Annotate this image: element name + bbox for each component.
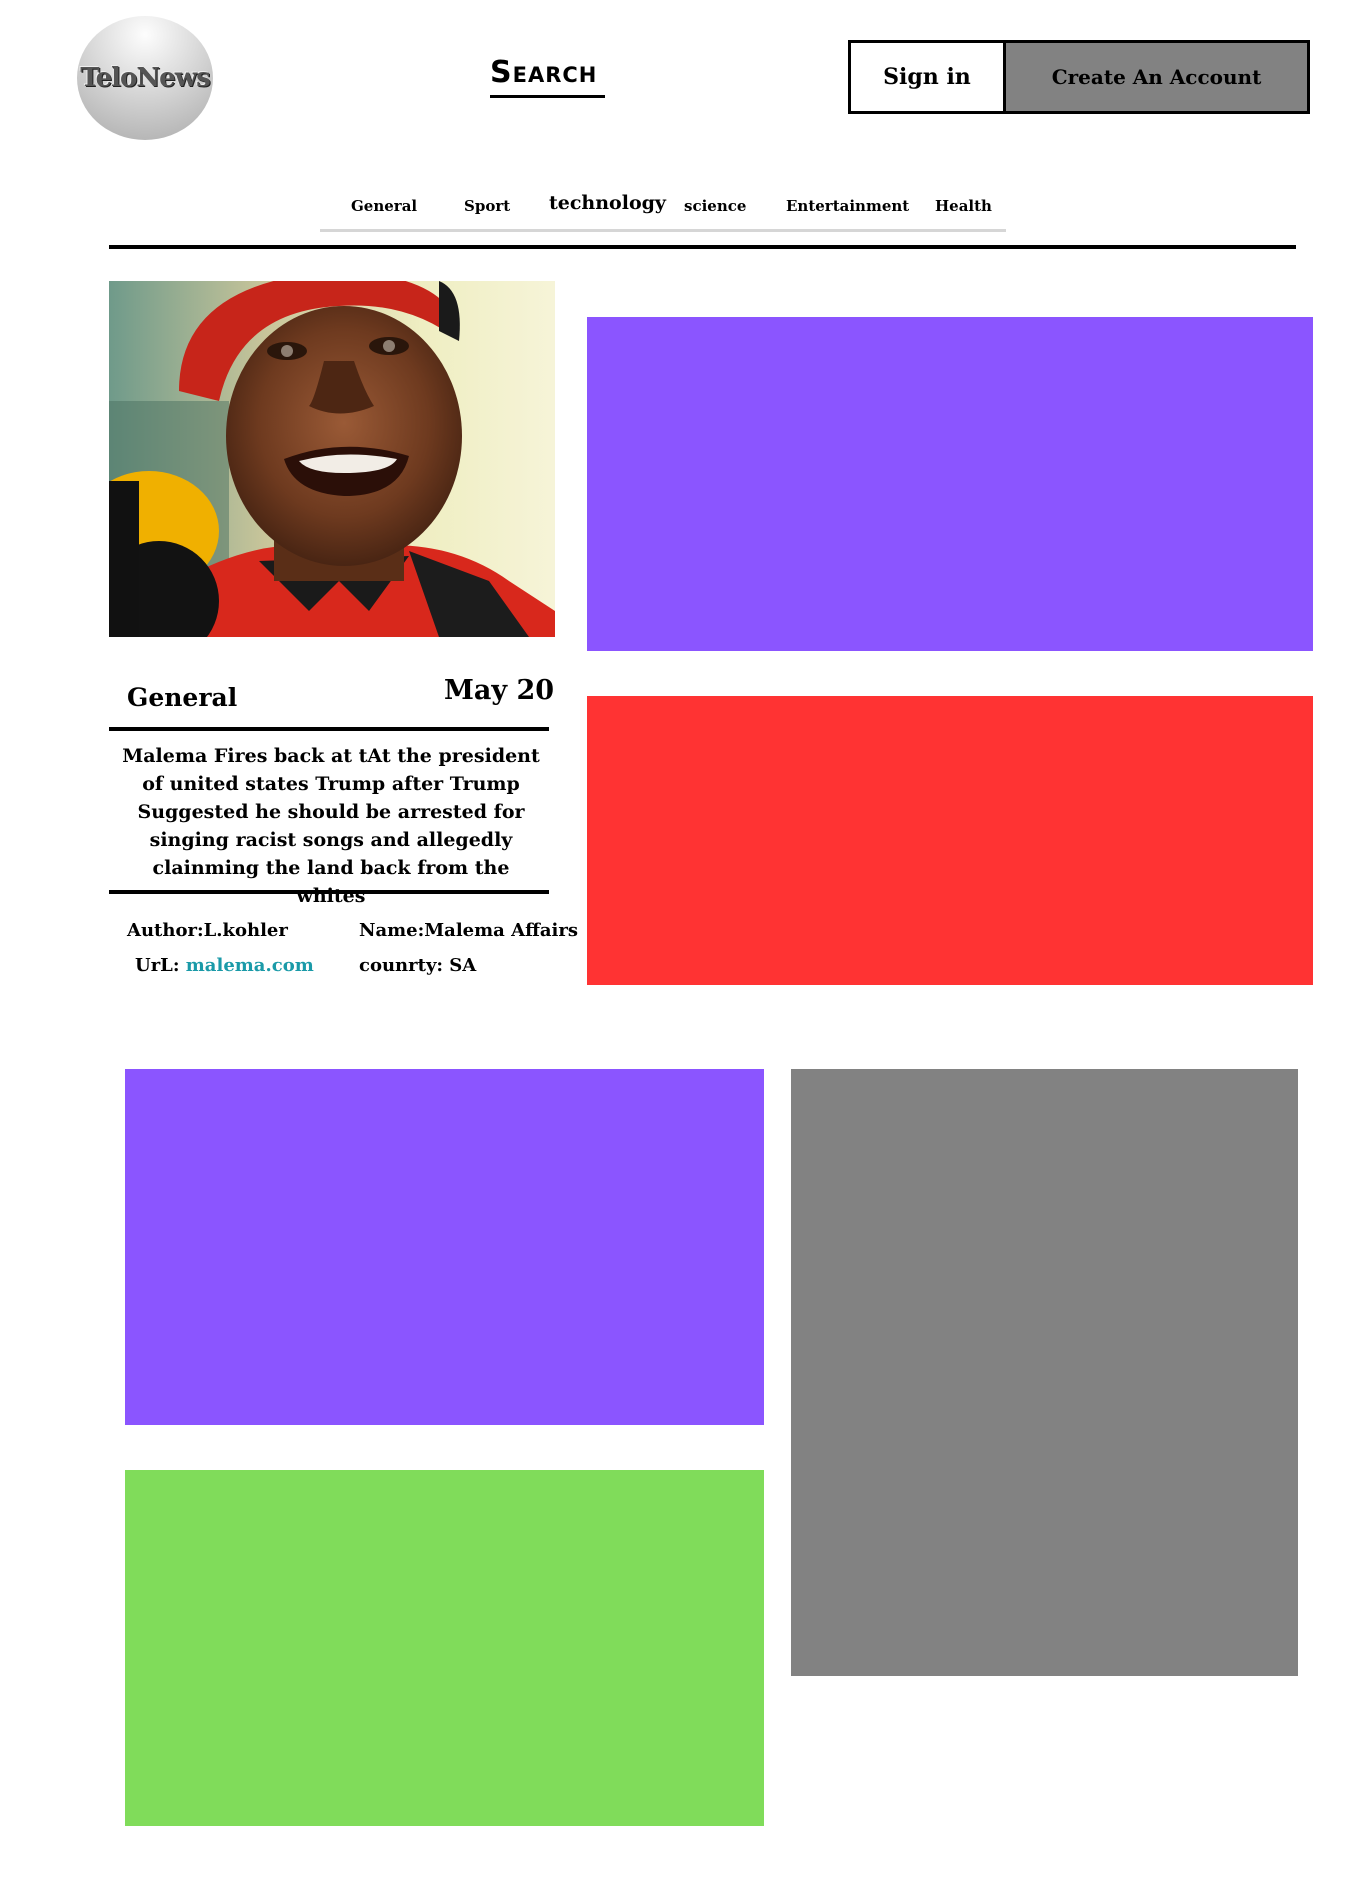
nav-item-entertainment[interactable]: Entertainment [786,190,909,222]
article-headline[interactable]: Malema Fires back at tAt the president o… [122,742,540,910]
article-source-name: Name:Malema Affairs [359,920,578,941]
gray-placeholder [791,1069,1298,1676]
article-category[interactable]: General [127,683,237,712]
article-photo[interactable] [109,281,555,637]
article-date: May 20 [444,675,555,706]
article-author: Author:L.kohler [127,920,288,941]
site-logo[interactable]: TeloNews [77,16,213,140]
nav-item-science[interactable]: science [684,190,746,222]
header-divider [109,245,1296,249]
create-account-button[interactable]: Create An Account [1006,43,1307,111]
red-placeholder [587,696,1313,985]
category-nav: General Sport technology science Enterta… [320,184,1006,232]
purple-placeholder-bottom [125,1069,764,1425]
article-url-row: UrL: malema.com [135,955,314,976]
article-country: counrty: SA [359,955,477,976]
nav-item-technology[interactable]: technology [549,187,666,219]
card-divider-bottom [109,890,549,894]
purple-placeholder-top [587,317,1313,651]
nav-item-general[interactable]: General [351,190,417,222]
article-url-link[interactable]: malema.com [186,955,314,976]
nav-item-health[interactable]: Health [935,190,992,222]
card-divider-top [109,727,549,731]
auth-buttons: Sign in Create An Account [848,40,1310,114]
nav-item-sport[interactable]: Sport [464,190,510,222]
green-placeholder [125,1470,764,1826]
sign-in-button[interactable]: Sign in [851,43,1006,111]
portrait-illustration [109,281,555,637]
logo-text: TeloNews [80,63,210,93]
url-label: UrL: [135,955,180,976]
search-link[interactable]: Search [490,54,606,98]
